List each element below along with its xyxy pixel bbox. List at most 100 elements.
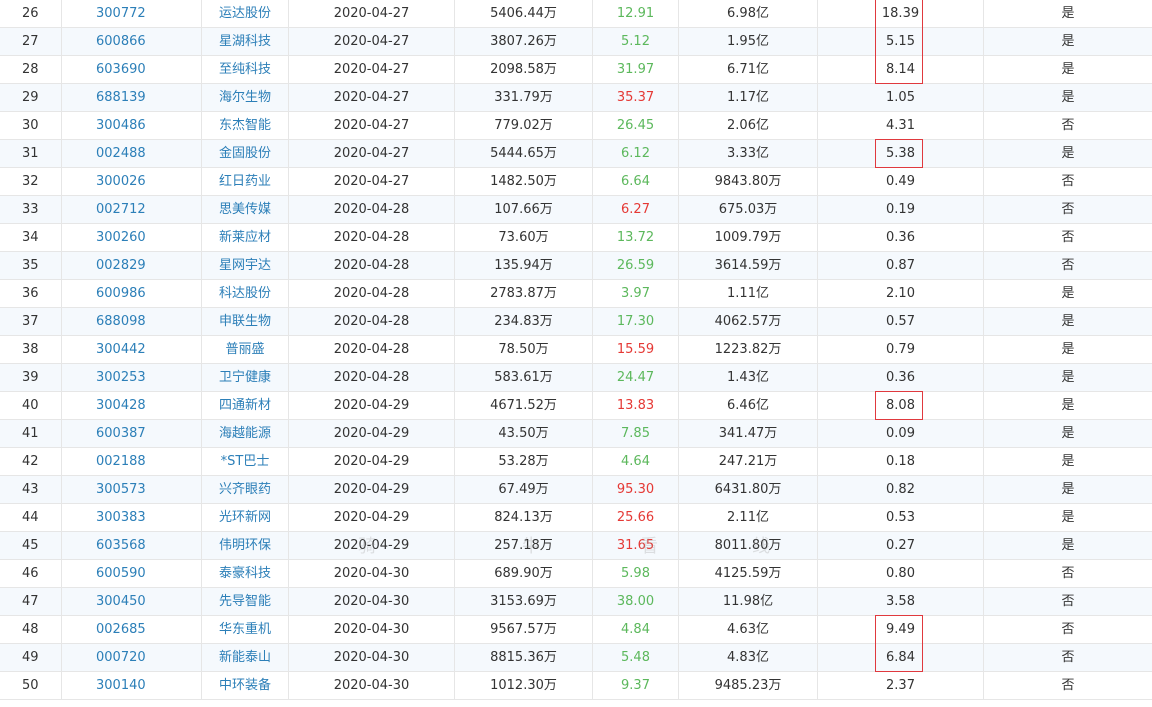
ratio-cell-text: 5.15 (886, 34, 915, 49)
stock-name-link-text[interactable]: 海尔生物 (219, 90, 271, 105)
stock-code-link-text[interactable]: 600986 (96, 286, 146, 301)
market-value-cell: 341.47万 (679, 420, 818, 447)
amount-cell: 9567.57万 (455, 616, 593, 643)
stock-code-link: 002685 (62, 616, 202, 643)
stock-code-link-text[interactable]: 300253 (96, 370, 146, 385)
stock-code-link-text[interactable]: 603568 (96, 538, 146, 553)
stock-code-link-text[interactable]: 002188 (96, 454, 146, 469)
stock-code-link-text[interactable]: 300428 (96, 398, 146, 413)
market-value-cell: 1.17亿 (679, 84, 818, 111)
stock-name-link-text[interactable]: 海越能源 (219, 426, 271, 441)
stock-name-link-text[interactable]: 泰豪科技 (219, 566, 271, 581)
row-index: 46 (0, 560, 62, 587)
date-cell-text: 2020-04-27 (333, 146, 410, 161)
stock-code-link: 300428 (62, 392, 202, 419)
stock-name-link-text[interactable]: 四通新材 (219, 398, 271, 413)
percent-cell: 25.66 (593, 504, 679, 531)
ratio-cell: 4.31 (818, 112, 984, 139)
stock-name-link-text[interactable]: 金固股份 (219, 146, 271, 161)
stock-code-link: 603690 (62, 56, 202, 83)
market-value-cell-text: 6.46亿 (727, 398, 769, 413)
stock-code-link: 300772 (62, 0, 202, 27)
stock-code-link-text[interactable]: 300383 (96, 510, 146, 525)
stock-code-link-text[interactable]: 300260 (96, 230, 146, 245)
stock-name-link-text[interactable]: 星湖科技 (219, 34, 271, 49)
stock-code-link-text[interactable]: 300573 (96, 482, 146, 497)
market-value-cell: 1.11亿 (679, 280, 818, 307)
stock-code-link-text[interactable]: 300772 (96, 6, 146, 21)
stock-code-link-text[interactable]: 300140 (96, 678, 146, 693)
stock-name-link-text[interactable]: 先导智能 (219, 594, 271, 609)
stock-code-link-text[interactable]: 600590 (96, 566, 146, 581)
stock-name-link-text[interactable]: 东杰智能 (219, 118, 271, 133)
row-index: 35 (0, 252, 62, 279)
stock-name-link-text[interactable]: 申联生物 (219, 314, 271, 329)
stock-name-link-text[interactable]: 普丽盛 (225, 342, 264, 357)
ratio-cell-text: 6.84 (886, 650, 915, 665)
date-cell-text: 2020-04-28 (333, 314, 410, 329)
stock-code-link-text[interactable]: 000720 (96, 650, 146, 665)
percent-cell-text: 12.91 (616, 6, 655, 21)
row-index-text: 27 (22, 34, 39, 49)
stock-code-link-text[interactable]: 300442 (96, 342, 146, 357)
stock-name-link-text[interactable]: 星网宇达 (219, 258, 271, 273)
ratio-cell: 5.38 (818, 140, 984, 167)
percent-cell: 38.00 (593, 588, 679, 615)
table-row: 30 300486 东杰智能 2020-04-27 779.02万 26.45 2.06亿 4… (0, 112, 1152, 140)
flag-cell-text: 否 (1061, 678, 1075, 693)
stock-code-link-text[interactable]: 002712 (96, 202, 146, 217)
row-index-text: 37 (22, 314, 39, 329)
percent-cell-text: 38.00 (616, 594, 655, 609)
stock-name-link-text[interactable]: 光环新网 (219, 510, 271, 525)
percent-cell-text: 6.64 (621, 174, 650, 189)
stock-code-link-text[interactable]: 300450 (96, 594, 146, 609)
flag-cell-text: 否 (1061, 174, 1075, 189)
flag-cell: 否 (984, 672, 1152, 699)
table-row: 44 300383 光环新网 2020-04-29 824.13万 25.66 2.11亿 0… (0, 504, 1152, 532)
row-index-text: 45 (22, 538, 39, 553)
stock-name-link-text[interactable]: 思美传媒 (219, 202, 271, 217)
date-cell-text: 2020-04-30 (333, 678, 410, 693)
stock-name-link-text[interactable]: 中环装备 (219, 678, 271, 693)
stock-code-link-text[interactable]: 002685 (96, 622, 146, 637)
amount-cell-text: 8815.36万 (490, 650, 557, 665)
stock-name-link-text[interactable]: 兴齐眼药 (219, 482, 271, 497)
stock-name-link-text[interactable]: *ST巴士 (221, 454, 270, 469)
row-index: 38 (0, 336, 62, 363)
stock-code-link-text[interactable]: 300026 (96, 174, 146, 189)
market-value-cell: 6431.80万 (679, 476, 818, 503)
stock-code-link-text[interactable]: 603690 (96, 62, 146, 77)
market-value-cell-text: 6.98亿 (727, 6, 769, 21)
amount-cell: 689.90万 (455, 560, 593, 587)
table-row: 35 002829 星网宇达 2020-04-28 135.94万 26.59 3614.5… (0, 252, 1152, 280)
stock-code-link: 688139 (62, 84, 202, 111)
stock-name-link-text[interactable]: 至纯科技 (219, 62, 271, 77)
stock-name-link-text[interactable]: 新能泰山 (219, 650, 271, 665)
ratio-cell-text: 8.14 (886, 62, 915, 77)
amount-cell-text: 73.60万 (498, 230, 549, 245)
stock-name-link-text[interactable]: 红日药业 (219, 174, 271, 189)
stock-code-link-text[interactable]: 002829 (96, 258, 146, 273)
stock-name-link-text[interactable]: 运达股份 (219, 6, 271, 21)
ratio-cell-text: 0.19 (886, 202, 915, 217)
stock-code-link-text[interactable]: 300486 (96, 118, 146, 133)
stock-code-link-text[interactable]: 002488 (96, 146, 146, 161)
stock-code-link-text[interactable]: 600387 (96, 426, 146, 441)
table-row: 31 002488 金固股份 2020-04-27 5444.65万 6.12 3.33亿 5… (0, 140, 1152, 168)
stock-name-link-text[interactable]: 新莱应材 (219, 230, 271, 245)
stock-name-link: 普丽盛 (202, 336, 289, 363)
percent-cell: 31.97 (593, 56, 679, 83)
stock-name-link-text[interactable]: 卫宁健康 (219, 370, 271, 385)
stock-name-link-text[interactable]: 华东重机 (219, 622, 271, 637)
stock-code-link-text[interactable]: 688139 (96, 90, 146, 105)
stock-code-link-text[interactable]: 688098 (96, 314, 146, 329)
stock-code-link: 300260 (62, 224, 202, 251)
percent-cell: 9.37 (593, 672, 679, 699)
date-cell: 2020-04-27 (289, 0, 455, 27)
stock-name-link-text[interactable]: 伟明环保 (219, 538, 271, 553)
stock-name-link-text[interactable]: 科达股份 (219, 286, 271, 301)
amount-cell: 78.50万 (455, 336, 593, 363)
amount-cell-text: 3153.69万 (490, 594, 557, 609)
stock-code-link-text[interactable]: 600866 (96, 34, 146, 49)
flag-cell-text: 是 (1061, 6, 1075, 21)
